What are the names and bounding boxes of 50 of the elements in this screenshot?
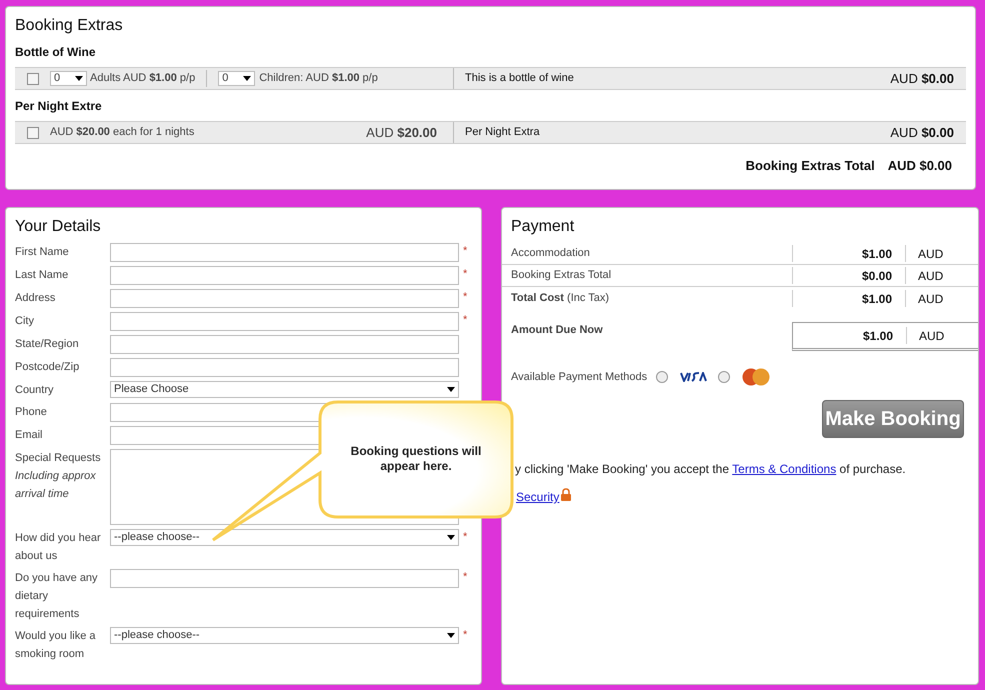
price-label: Children: AUD $1.00 p/p: [259, 71, 378, 86]
field-label: Special Requests: [15, 451, 102, 466]
field-label: Last Name: [15, 268, 70, 283]
price-text: $1.00: [862, 328, 894, 344]
field-label: Country: [15, 383, 55, 398]
required-asterisk: *: [463, 244, 468, 259]
field-label: City: [15, 314, 35, 329]
field-label: How did you hear about us: [15, 531, 102, 564]
field-label: Do you have any dietary requirements: [15, 571, 99, 622]
field-label: Phone: [15, 405, 48, 420]
total-label: Booking Extras Total: [746, 157, 875, 175]
section-title: Payment: [511, 217, 576, 237]
required-asterisk: *: [463, 267, 468, 282]
total-text: AUD $0.00: [890, 124, 954, 142]
description-text: Per Night Extra: [465, 125, 541, 140]
currency-text: AUD: [905, 267, 944, 284]
price-text: $0.00: [792, 267, 905, 284]
field-label: Email: [15, 428, 44, 443]
price-text: $1.00: [792, 290, 905, 306]
currency-text: AUD: [905, 290, 944, 306]
currency-text: AUD: [906, 327, 944, 344]
section-title: Your Details: [15, 217, 102, 237]
callout-text: Booking questions will appear here.: [350, 444, 482, 474]
price-text: AUD $20.00: [366, 124, 437, 142]
required-asterisk: *: [463, 530, 468, 545]
methods-label: Available Payment Methods: [511, 370, 648, 385]
field-note: Including approx arrival time: [15, 469, 97, 502]
extra-heading: Bottle of Wine: [15, 44, 97, 61]
total-text: AUD $0.00: [890, 70, 954, 88]
payment-label: Accommodation: [510, 246, 591, 262]
required-asterisk: *: [463, 290, 468, 305]
total-value: AUD $0.00: [888, 157, 952, 175]
description-text: This is a bottle of wine: [465, 71, 575, 86]
price-text: $1.00: [792, 245, 905, 262]
field-label: First Name: [15, 245, 70, 260]
payment-label: Booking Extras Total: [510, 268, 612, 284]
payment-label: Amount Due Now: [510, 323, 604, 338]
field-label: Postcode/Zip: [15, 360, 80, 375]
price-label: AUD $20.00 each for 1 nights: [50, 125, 194, 140]
required-asterisk: *: [463, 570, 468, 585]
field-label: Address: [15, 291, 56, 306]
required-asterisk: *: [463, 313, 468, 328]
field-label: Would you like a smoking room: [15, 629, 97, 662]
required-asterisk: *: [463, 628, 468, 643]
payment-label: Total Cost (Inc Tax): [510, 290, 610, 306]
field-label: State/Region: [15, 337, 80, 352]
extra-heading: Per Night Extre: [15, 98, 103, 115]
price-label: Adults AUD $1.00 p/p: [90, 71, 196, 86]
currency-text: AUD: [905, 245, 944, 262]
section-title: Booking Extras: [15, 16, 124, 36]
